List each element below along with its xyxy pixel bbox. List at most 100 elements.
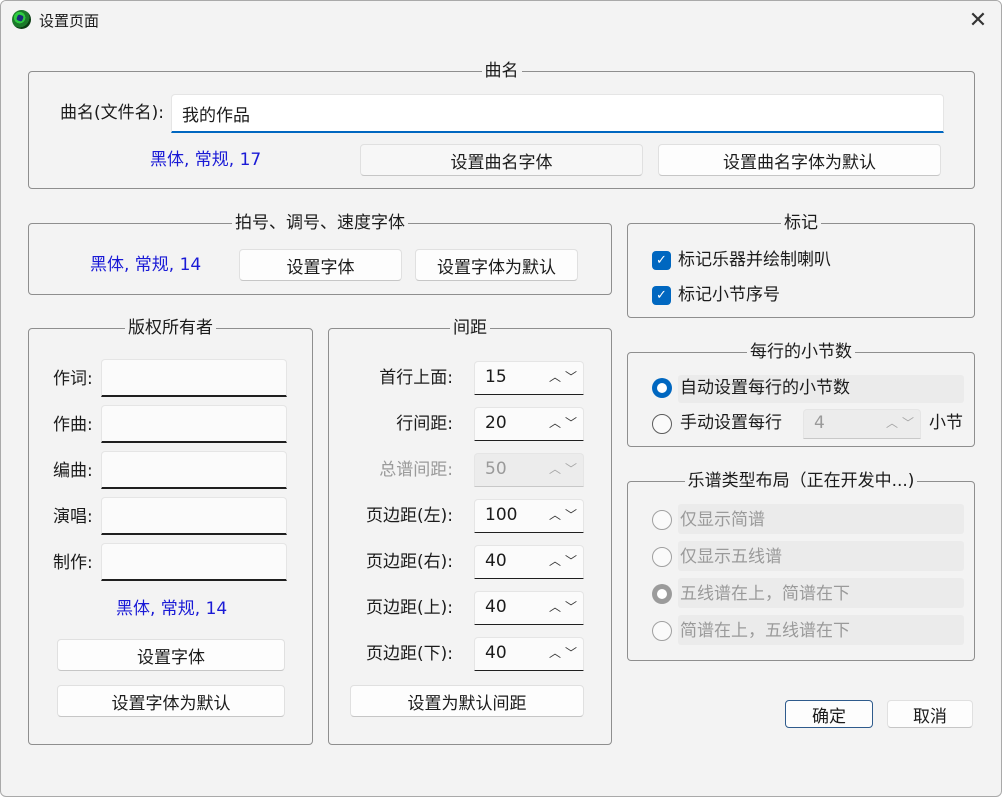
mark-instruments-checkbox[interactable]: ✓ [652, 251, 671, 270]
margin-bottom-value: 40 [485, 643, 507, 663]
margin-top-value: 40 [485, 597, 507, 617]
lyricist-input[interactable] [101, 359, 287, 397]
cancel-button[interactable]: 取消 [887, 700, 973, 728]
producer-input[interactable] [101, 543, 287, 581]
margin-left-spinbox[interactable]: 100 ︿﹀ [474, 499, 584, 533]
checkmark-icon: ✓ [656, 253, 667, 268]
composer-input[interactable] [101, 405, 287, 443]
song-name-group: 曲名 曲名(文件名): 我的作品 黑体, 常规, 17 设置曲名字体 设置曲名字… [28, 61, 975, 189]
spin-down-icon: ﹀ [564, 462, 581, 476]
spin-up-icon: ︿ [885, 416, 902, 430]
spacing-legend: 间距 [450, 318, 490, 338]
margin-right-value: 40 [485, 551, 507, 571]
set-song-name-font-button[interactable]: 设置曲名字体 [360, 144, 643, 176]
set-beat-font-default-button[interactable]: 设置字体为默认 [415, 249, 578, 281]
spin-up-icon[interactable]: ︿ [549, 598, 565, 615]
spin-up-icon[interactable]: ︿ [549, 414, 565, 431]
first-line-top-label: 首行上面: [379, 368, 453, 388]
app-globe-icon [12, 10, 31, 29]
first-line-top-value: 15 [485, 367, 507, 387]
spin-up-icon: ︿ [548, 462, 565, 476]
layout-staff-above-radio [652, 584, 672, 604]
arranger-label: 编曲: [53, 461, 93, 481]
margin-right-spinbox[interactable]: 40 ︿﹀ [474, 545, 584, 579]
song-name-value: 我的作品 [182, 105, 250, 126]
margin-bottom-label: 页边距(下): [366, 644, 453, 664]
copyright-font-info: 黑体, 常规, 14 [116, 599, 228, 619]
score-layout-legend: 乐谱类型布局（正在开发中...) [684, 471, 918, 491]
bars-per-line-legend: 每行的小节数 [747, 342, 855, 362]
beat-font-legend: 拍号、调号、速度字体 [232, 213, 408, 233]
set-song-name-font-default-button[interactable]: 设置曲名字体为默认 [658, 144, 941, 176]
beat-key-tempo-font-group: 拍号、调号、速度字体 黑体, 常规, 14 设置字体 设置字体为默认 [28, 213, 612, 295]
score-spacing-value: 50 [485, 459, 507, 479]
mark-instruments-label[interactable]: 标记乐器并绘制喇叭 [678, 249, 831, 271]
spin-down-icon[interactable]: ﹀ [565, 414, 581, 431]
song-name-input[interactable]: 我的作品 [171, 94, 944, 133]
manual-bars-label[interactable]: 手动设置每行 [680, 412, 782, 434]
spacing-group: 间距 首行上面: 15 ︿﹀ 行间距: 20 ︿﹀ 总谱间距: 50 ︿﹀ 页边… [328, 318, 612, 745]
close-button[interactable]: ✕ [955, 1, 1001, 39]
margin-top-label: 页边距(上): [366, 598, 453, 618]
score-layout-group: 乐谱类型布局（正在开发中...) 仅显示简谱 仅显示五线谱 五线谱在上，简谱在下… [627, 471, 975, 661]
marks-group: 标记 ✓ 标记乐器并绘制喇叭 ✓ 标记小节序号 [627, 213, 975, 318]
marks-legend: 标记 [781, 213, 821, 233]
auto-bars-label[interactable]: 自动设置每行的小节数 [680, 377, 850, 399]
manual-bars-value: 4 [814, 413, 825, 433]
arranger-input[interactable] [101, 451, 287, 489]
set-default-spacing-button[interactable]: 设置为默认间距 [350, 685, 584, 717]
line-spacing-spinbox[interactable]: 20 ︿﹀ [474, 407, 584, 441]
manual-bars-radio[interactable] [652, 414, 672, 434]
title-bar: 设置页面 ✕ [1, 1, 1001, 39]
auto-bars-radio[interactable] [652, 378, 672, 398]
margin-right-label: 页边距(右): [366, 552, 453, 572]
song-name-font-info: 黑体, 常规, 17 [150, 150, 262, 170]
margin-top-spinbox[interactable]: 40 ︿﹀ [474, 591, 584, 625]
margin-left-label: 页边距(左): [366, 506, 453, 526]
checkmark-icon: ✓ [656, 288, 667, 303]
layout-staff-only-label: 仅显示五线谱 [680, 547, 782, 567]
beat-font-info: 黑体, 常规, 14 [90, 255, 202, 275]
spin-up-icon[interactable]: ︿ [549, 368, 565, 385]
layout-jianpu-above-radio [652, 621, 672, 641]
spin-down-icon[interactable]: ﹀ [565, 506, 581, 523]
singer-label: 演唱: [53, 507, 93, 527]
song-name-label: 曲名(文件名): [60, 103, 164, 123]
window-title: 设置页面 [39, 12, 100, 30]
spin-up-icon[interactable]: ︿ [549, 644, 565, 661]
spin-down-icon[interactable]: ﹀ [565, 552, 581, 569]
mark-bar-numbers-label[interactable]: 标记小节序号 [678, 284, 780, 306]
singer-input[interactable] [101, 497, 287, 535]
set-copyright-font-button[interactable]: 设置字体 [57, 639, 285, 671]
bars-unit-label: 小节 [929, 413, 963, 433]
margin-bottom-spinbox[interactable]: 40 ︿﹀ [474, 637, 584, 671]
composer-label: 作曲: [53, 415, 93, 435]
layout-jianpu-above-label: 简谱在上，五线谱在下 [680, 621, 850, 641]
layout-staff-only-radio [652, 547, 672, 567]
line-spacing-value: 20 [485, 413, 507, 433]
song-name-legend: 曲名 [481, 61, 522, 81]
bars-per-line-group: 每行的小节数 自动设置每行的小节数 手动设置每行 4 ︿﹀ 小节 [627, 342, 975, 447]
margin-left-value: 100 [485, 505, 518, 525]
ok-button[interactable]: 确定 [785, 700, 873, 728]
spin-up-icon[interactable]: ︿ [549, 552, 565, 569]
layout-staff-above-label: 五线谱在上，简谱在下 [680, 584, 850, 604]
spin-down-icon[interactable]: ﹀ [565, 368, 581, 385]
layout-jianpu-only-radio [652, 510, 672, 530]
first-line-top-spinbox[interactable]: 15 ︿﹀ [474, 361, 584, 395]
settings-dialog: 设置页面 ✕ 曲名 曲名(文件名): 我的作品 黑体, 常规, 17 设置曲名字… [0, 0, 1002, 797]
mark-bar-numbers-checkbox[interactable]: ✓ [652, 286, 671, 305]
copyright-legend: 版权所有者 [125, 318, 216, 338]
score-spacing-spinbox: 50 ︿﹀ [474, 453, 584, 487]
manual-bars-spinbox: 4 ︿﹀ [803, 409, 921, 439]
spin-down-icon[interactable]: ﹀ [565, 598, 581, 615]
layout-jianpu-only-label: 仅显示简谱 [680, 510, 765, 530]
score-spacing-label: 总谱间距: [379, 460, 453, 480]
copyright-group: 版权所有者 作词: 作曲: 编曲: 演唱: 制作: 黑体, 常规, 14 设置字… [28, 318, 313, 745]
set-copyright-font-default-button[interactable]: 设置字体为默认 [57, 685, 285, 717]
set-beat-font-button[interactable]: 设置字体 [239, 249, 402, 281]
spin-up-icon[interactable]: ︿ [549, 506, 565, 523]
lyricist-label: 作词: [53, 369, 93, 389]
spin-down-icon[interactable]: ﹀ [565, 644, 581, 661]
spin-down-icon: ﹀ [901, 416, 918, 430]
